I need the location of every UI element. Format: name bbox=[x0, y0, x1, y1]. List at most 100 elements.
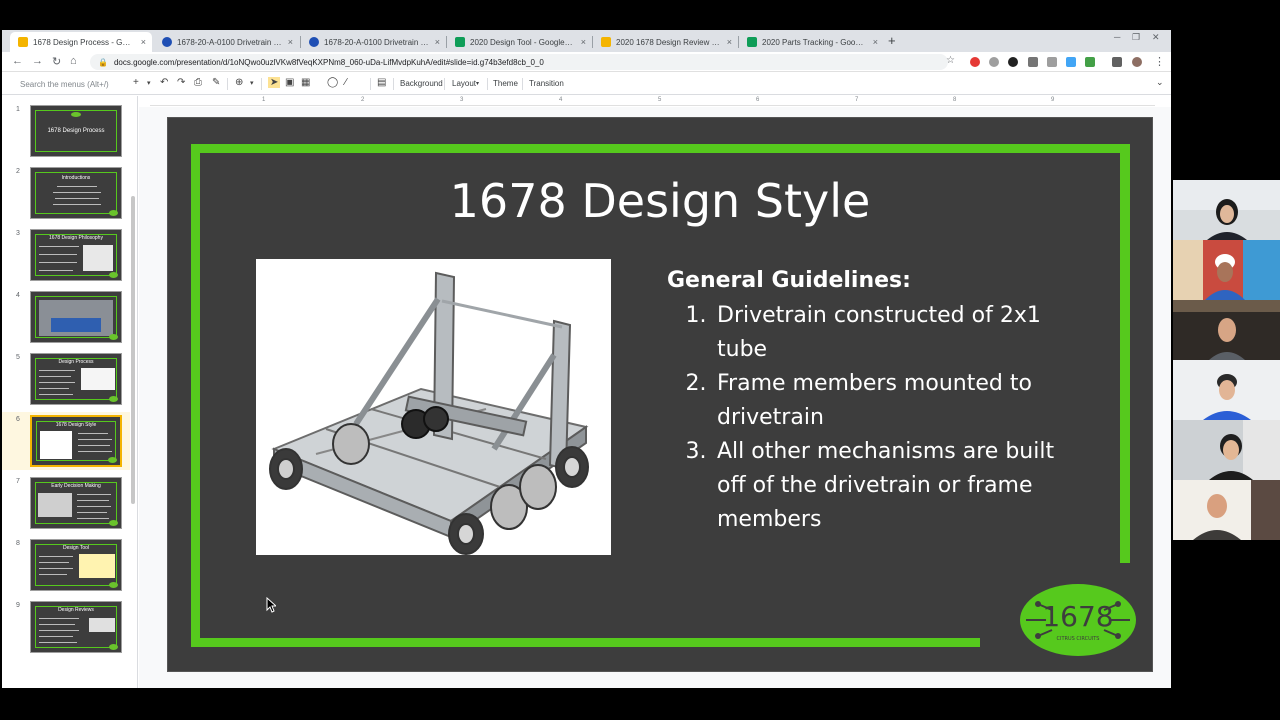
tab-design-tool[interactable]: 2020 Design Tool - Google Shee × bbox=[447, 32, 592, 52]
zoom-icon[interactable]: ⊕ bbox=[235, 77, 243, 88]
slide-thumbnail[interactable]: 7 Early Decision Making bbox=[2, 474, 130, 532]
chevron-down-icon[interactable]: ▾ bbox=[250, 79, 254, 87]
close-icon[interactable]: × bbox=[727, 37, 732, 47]
opera-extension-icon[interactable] bbox=[970, 57, 980, 67]
chevron-down-icon[interactable]: ▾ bbox=[147, 79, 151, 87]
thumbnail-preview bbox=[30, 291, 122, 343]
thumbnail-title: Design Process bbox=[58, 359, 94, 365]
line-icon[interactable]: ∕ bbox=[345, 77, 347, 88]
forward-icon[interactable]: → bbox=[32, 55, 43, 67]
extension-icon[interactable] bbox=[1085, 57, 1095, 67]
home-icon[interactable]: ⌂ bbox=[70, 55, 77, 67]
tab-design-process[interactable]: 1678 Design Process - Google S × bbox=[10, 32, 152, 52]
guidelines-heading: General Guidelines: bbox=[667, 268, 911, 293]
image-icon[interactable]: ▦ bbox=[301, 77, 310, 88]
leaf-icon bbox=[109, 644, 118, 650]
tab-drivetrain-create[interactable]: 1678-20-A-0100 Drivetrain | Cre × bbox=[154, 32, 299, 52]
select-pointer-icon[interactable]: ➤ bbox=[268, 77, 281, 88]
bookmark-star-icon[interactable]: ☆ bbox=[946, 55, 955, 66]
extension-icon[interactable] bbox=[1066, 57, 1076, 67]
thumbnail-image bbox=[83, 245, 113, 271]
leaf-icon bbox=[71, 112, 81, 117]
participant-video[interactable] bbox=[1173, 360, 1280, 420]
comment-icon[interactable]: ▤ bbox=[377, 77, 386, 88]
thumbnail-preview: 1678 Design Style bbox=[30, 415, 122, 467]
print-icon[interactable]: ⎙ bbox=[194, 77, 202, 88]
extension-icon[interactable] bbox=[1112, 57, 1122, 67]
close-icon[interactable]: × bbox=[141, 37, 146, 47]
slide-thumbnail[interactable]: 9 Design Reviews bbox=[2, 598, 130, 656]
ruler-tick: 5 bbox=[658, 97, 662, 103]
slide-thumbnail-selected[interactable]: 6 1678 Design Style bbox=[2, 412, 130, 470]
thumbnail-text-line bbox=[77, 500, 109, 501]
slide-thumbnail[interactable]: 2 Introductions bbox=[2, 164, 130, 222]
tab-design-review[interactable]: 2020 1678 Design Review - Goo × bbox=[593, 32, 738, 52]
slide-thumbnail[interactable]: 5 Design Process bbox=[2, 350, 130, 408]
theme-button[interactable]: Theme bbox=[493, 79, 518, 88]
guideline-item: 1. Drivetrain constructed of 2x1 tube bbox=[667, 299, 1087, 367]
chevron-down-icon[interactable]: ▾ bbox=[476, 80, 479, 87]
collapse-toolbar-icon[interactable]: ⌄ bbox=[1156, 77, 1164, 88]
guidelines-text-box[interactable]: General Guidelines: 1. Drivetrain constr… bbox=[667, 268, 1087, 537]
tab-label: 1678-20-A-0100 Drivetrain | Des bbox=[324, 37, 429, 47]
thumbnail-image bbox=[38, 493, 72, 517]
tab-drivetrain-design[interactable]: 1678-20-A-0100 Drivetrain | Des × bbox=[301, 32, 446, 52]
shape-icon[interactable]: ◯ bbox=[327, 77, 338, 88]
slide-thumbnail[interactable]: 4 bbox=[2, 288, 130, 346]
filmstrip-scrollbar[interactable] bbox=[131, 196, 135, 504]
extension-icon[interactable] bbox=[1047, 57, 1057, 67]
window-close-icon[interactable]: ✕ bbox=[1152, 32, 1160, 43]
menu-kebab-icon[interactable]: ⋮ bbox=[1154, 55, 1165, 68]
paint-format-icon[interactable]: ✎ bbox=[212, 77, 220, 88]
ruler-tick: 2 bbox=[361, 97, 365, 103]
reload-icon[interactable]: ↻ bbox=[52, 55, 61, 68]
undo-icon[interactable]: ↶ bbox=[160, 77, 168, 88]
logo-subtext: CITRUS CIRCUITS bbox=[1057, 636, 1100, 642]
thumbnail-text-line bbox=[55, 198, 99, 199]
thumbnail-text-line bbox=[78, 451, 112, 452]
thumbnail-text-line bbox=[78, 439, 112, 440]
transition-button[interactable]: Transition bbox=[529, 79, 564, 88]
participant-video[interactable] bbox=[1173, 180, 1280, 240]
close-icon[interactable]: × bbox=[435, 37, 440, 47]
participant-video[interactable] bbox=[1173, 240, 1280, 300]
toolbar-divider bbox=[227, 78, 228, 90]
redo-icon[interactable]: ↷ bbox=[177, 77, 185, 88]
extension-icon[interactable] bbox=[1028, 57, 1038, 67]
thumbnail-preview: Design Tool bbox=[30, 539, 122, 591]
url-field[interactable]: 🔒 docs.google.com/presentation/d/1oNQwo0… bbox=[90, 54, 948, 70]
close-icon[interactable]: × bbox=[581, 37, 586, 47]
thumbnail-text-line bbox=[39, 270, 73, 271]
tab-label: 2020 1678 Design Review - Goo bbox=[616, 37, 721, 47]
close-icon[interactable]: × bbox=[873, 37, 878, 47]
thumbnail-title: Introductions bbox=[61, 175, 91, 181]
slide-thumbnail[interactable]: 8 Design Tool bbox=[2, 536, 130, 594]
close-icon[interactable]: × bbox=[288, 37, 293, 47]
thumbnail-preview: 1678 Design Process bbox=[30, 105, 122, 157]
participant-video[interactable] bbox=[1173, 420, 1280, 480]
new-tab-button[interactable]: + bbox=[888, 33, 896, 48]
text-box-icon[interactable]: ▣ bbox=[285, 77, 294, 88]
back-icon[interactable]: ← bbox=[12, 55, 23, 67]
search-menus-input[interactable]: Search the menus (Alt+/) bbox=[16, 76, 126, 92]
thumbnail-preview: Design Process bbox=[30, 353, 122, 405]
minimize-icon[interactable]: ─ bbox=[1114, 32, 1120, 42]
slide-thumbnail[interactable]: 3 1678 Design Philosophy bbox=[2, 226, 130, 284]
participant-video[interactable] bbox=[1173, 300, 1280, 360]
tab-parts-tracking[interactable]: 2020 Parts Tracking - Google Sh × bbox=[739, 32, 884, 52]
slide[interactable]: 1678 Design Style General Guidelines: 1.… bbox=[167, 117, 1153, 672]
leaf-icon bbox=[109, 272, 118, 278]
thumbnail-text-line bbox=[39, 246, 79, 247]
participant-video[interactable] bbox=[1173, 480, 1280, 540]
tab-label: 1678 Design Process - Google S bbox=[33, 37, 135, 47]
extension-icon[interactable] bbox=[1008, 57, 1018, 67]
layout-button[interactable]: Layout bbox=[452, 79, 476, 88]
background-button[interactable]: Background bbox=[400, 79, 443, 88]
new-slide-icon[interactable]: + bbox=[133, 77, 139, 88]
profile-avatar[interactable] bbox=[1132, 57, 1142, 67]
thumbnail-text-line bbox=[77, 506, 111, 507]
thumbnail-text-line bbox=[39, 394, 73, 395]
extension-icon[interactable] bbox=[989, 57, 999, 67]
restore-icon[interactable]: ❐ bbox=[1132, 32, 1140, 43]
slide-thumbnail[interactable]: 1 1678 Design Process bbox=[2, 102, 130, 160]
